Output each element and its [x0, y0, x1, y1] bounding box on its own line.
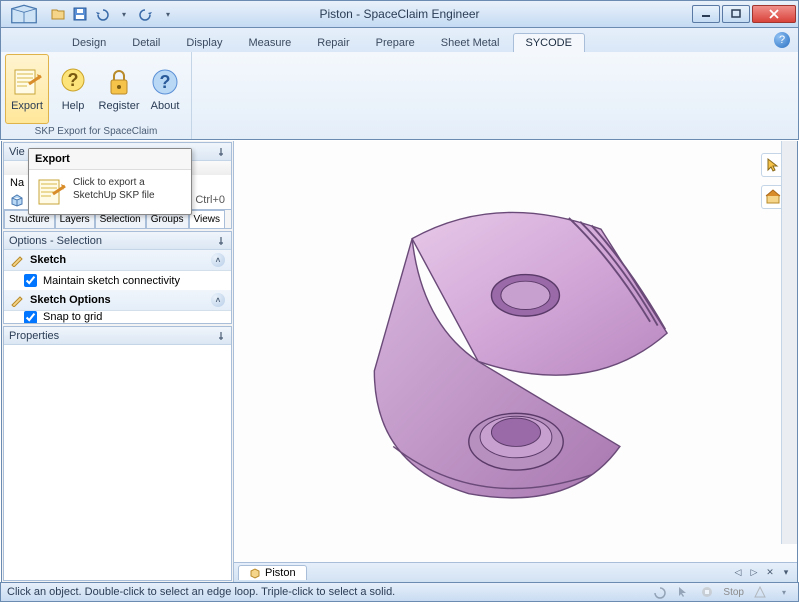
- svg-text:?: ?: [160, 72, 171, 92]
- tab-nav: ◁ ▷ ✕ ▾: [731, 566, 793, 580]
- export-button[interactable]: Export: [5, 54, 49, 124]
- save-button[interactable]: [71, 5, 89, 23]
- maintain-sketch-checkbox[interactable]: [24, 274, 37, 287]
- window-title: Piston - SpaceClaim Engineer: [319, 7, 479, 21]
- tab-repair[interactable]: Repair: [304, 33, 362, 52]
- tab-sheet-metal[interactable]: Sheet Metal: [428, 33, 513, 52]
- tab-next-icon[interactable]: ▷: [747, 566, 761, 580]
- app-menu-orb[interactable]: [3, 1, 45, 27]
- help-button[interactable]: ? Help: [51, 54, 95, 124]
- help-ribbon-icon: ?: [57, 66, 89, 98]
- canvas-3d[interactable]: [234, 141, 797, 562]
- status-cursor-icon[interactable]: [675, 584, 691, 600]
- properties-body: [4, 345, 231, 580]
- sketch-group-header[interactable]: Sketch ˄: [4, 250, 231, 271]
- name-label: Na: [10, 177, 24, 189]
- export-label: Export: [11, 100, 43, 112]
- sketch-options-icon: [10, 293, 24, 307]
- maintain-sketch-label: Maintain sketch connectivity: [43, 275, 180, 287]
- maintain-sketch-option[interactable]: Maintain sketch connectivity: [4, 271, 231, 290]
- status-hint: Click an object. Double-click to select …: [7, 586, 395, 598]
- scrollbar-vertical[interactable]: [781, 141, 797, 544]
- undo-dropdown[interactable]: ▾: [115, 5, 133, 23]
- status-menu-icon[interactable]: ▾: [776, 584, 792, 600]
- tab-menu-icon[interactable]: ▾: [779, 566, 793, 580]
- register-label: Register: [99, 100, 140, 112]
- tab-detail[interactable]: Detail: [119, 33, 173, 52]
- properties-panel-header: Properties: [4, 327, 231, 345]
- status-stop-label: Stop: [723, 587, 744, 598]
- tooltip-text: Click to export a SketchUp SKP file: [73, 176, 185, 202]
- export-tooltip: Export Click to export a SketchUp SKP fi…: [28, 148, 192, 215]
- ribbon: Export ? Help Register ? About SKP Expor…: [0, 52, 799, 140]
- ribbon-group-skp-export: Export ? Help Register ? About SKP Expor…: [1, 52, 192, 139]
- isometric-shortcut: Ctrl+0: [195, 194, 225, 206]
- collapse-icon[interactable]: ˄: [211, 293, 225, 307]
- open-button[interactable]: [49, 5, 67, 23]
- qat-customize-dropdown[interactable]: ▾: [159, 5, 177, 23]
- views-panel-title: Vie: [9, 146, 25, 158]
- status-right-tools: Stop ▾: [651, 584, 792, 600]
- undo-button[interactable]: [93, 5, 111, 23]
- window-buttons: [690, 5, 796, 23]
- status-warning-icon[interactable]: [752, 584, 768, 600]
- help-label: Help: [62, 100, 85, 112]
- ribbon-tabs: Design Detail Display Measure Repair Pre…: [0, 28, 799, 52]
- sketch-icon: [10, 253, 24, 267]
- help-icon[interactable]: ?: [774, 32, 790, 48]
- tab-display[interactable]: Display: [173, 33, 235, 52]
- doc-tab-piston[interactable]: Piston: [238, 565, 307, 580]
- properties-panel: Properties: [3, 326, 232, 581]
- svg-text:?: ?: [68, 70, 79, 90]
- options-panel-title: Options - Selection: [9, 235, 102, 247]
- about-button[interactable]: ? About: [143, 54, 187, 124]
- pin-icon[interactable]: [216, 236, 226, 246]
- tab-prepare[interactable]: Prepare: [363, 33, 428, 52]
- pin-icon[interactable]: [216, 147, 226, 157]
- doc-tab-label: Piston: [265, 567, 296, 579]
- titlebar: ▾ ▾ Piston - SpaceClaim Engineer: [0, 0, 799, 28]
- sketch-group-label: Sketch: [30, 254, 66, 266]
- doc-tab-icon: [249, 567, 261, 579]
- snap-to-grid-checkbox[interactable]: [24, 311, 37, 323]
- collapse-icon[interactable]: ˄: [211, 253, 225, 267]
- options-panel: Options - Selection Sketch ˄ Maintain sk…: [3, 231, 232, 324]
- tab-close-icon[interactable]: ✕: [763, 566, 777, 580]
- viewport: Piston ◁ ▷ ✕ ▾: [234, 141, 797, 582]
- status-stop-icon[interactable]: [699, 584, 715, 600]
- pin-icon[interactable]: [216, 331, 226, 341]
- statusbar: Click an object. Double-click to select …: [0, 582, 799, 602]
- tab-prev-icon[interactable]: ◁: [731, 566, 745, 580]
- tooltip-title: Export: [29, 149, 191, 170]
- piston-model: [326, 182, 706, 522]
- ribbon-group-label: SKP Export for SpaceClaim: [35, 124, 158, 137]
- close-button[interactable]: [752, 5, 796, 23]
- properties-panel-title: Properties: [9, 330, 59, 342]
- snap-to-grid-label: Snap to grid: [43, 311, 102, 323]
- status-undo-icon[interactable]: [651, 584, 667, 600]
- quick-access-toolbar: ▾ ▾: [49, 5, 177, 23]
- minimize-button[interactable]: [692, 5, 720, 23]
- cube-icon: [10, 193, 24, 207]
- tab-measure[interactable]: Measure: [235, 33, 304, 52]
- tab-design[interactable]: Design: [59, 33, 119, 52]
- sketch-options-group-label: Sketch Options: [30, 294, 111, 306]
- tab-views[interactable]: Views: [189, 210, 226, 228]
- document-tabstrip: Piston ◁ ▷ ✕ ▾: [234, 562, 797, 582]
- tab-sycode[interactable]: SYCODE: [513, 33, 585, 52]
- options-panel-header: Options - Selection: [4, 232, 231, 250]
- about-label: About: [151, 100, 180, 112]
- maximize-button[interactable]: [722, 5, 750, 23]
- about-icon: ?: [149, 66, 181, 98]
- tooltip-export-icon: [35, 176, 67, 208]
- redo-button[interactable]: [137, 5, 155, 23]
- register-button[interactable]: Register: [97, 54, 141, 124]
- register-icon: [103, 66, 135, 98]
- snap-to-grid-option[interactable]: Snap to grid: [4, 311, 231, 323]
- export-icon: [11, 66, 43, 98]
- sketch-options-group-header[interactable]: Sketch Options ˄: [4, 290, 231, 311]
